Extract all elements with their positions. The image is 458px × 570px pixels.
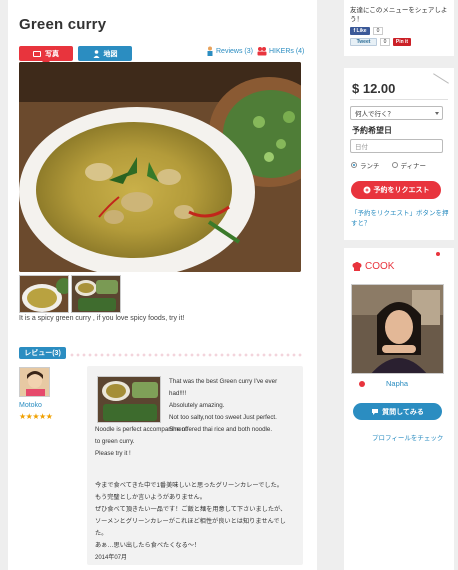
facebook-like-button[interactable]: f Like xyxy=(350,27,370,35)
star-rating: ★★★★★ xyxy=(19,412,53,421)
review-card: That was the best Green curry I've ever … xyxy=(87,366,303,565)
reviews-link[interactable]: Reviews (3) xyxy=(206,46,253,56)
sidebar: 友達にこのメニューをシェアしよう！ f Like 0 Tweet 0 Pin i… xyxy=(344,0,458,570)
review-line: ソーメンとグリーンカレーがこれほど相性が良いとは知りませんでし xyxy=(95,518,286,525)
review-line: ぜひ食べて頂きたい一品です！ご飯と麺を用意して下さいましたが、 xyxy=(95,506,287,513)
group-icon xyxy=(257,47,267,56)
thumbnail-2[interactable] xyxy=(71,275,121,313)
review-text-jp: 今まで食べてきた中で1番美味しいと思ったグリーンカレーでした。 もう完璧としか言… xyxy=(95,480,299,552)
cook-card: COOK Napha 質問してみる プロフィールをチェック xyxy=(344,248,454,570)
chevron-down-icon xyxy=(435,112,439,115)
country-flag-icon xyxy=(359,381,365,387)
tab-photos-label: 写真 xyxy=(45,50,59,58)
review-line: あぁ…思い出したら食べたくなる〜！ xyxy=(95,542,201,549)
thumbnail-image xyxy=(72,276,120,312)
pin-it-button[interactable]: Pin it xyxy=(393,38,411,46)
lunch-label: ランチ xyxy=(360,163,380,170)
hikers-link[interactable]: HIKERs (4) xyxy=(257,46,304,56)
review-line: 今まで食べてきた中で1番美味しいと思ったグリーンカレーでした。 xyxy=(95,482,283,489)
dish-caption: It is a spicy green curry , if you love … xyxy=(19,315,185,322)
share-card: 友達にこのメニューをシェアしよう！ f Like 0 Tweet 0 Pin i… xyxy=(344,0,454,56)
review-text-en-continued: Noodle is perfect accompaniment to green… xyxy=(95,424,295,460)
person-icon xyxy=(93,49,99,58)
booking-card: $ 12.00 何人で行く？ 予約希望日 日付 ランチ ディナー 予約をリクエス… xyxy=(344,68,454,240)
dinner-label: ディナー xyxy=(400,163,427,170)
date-input[interactable]: 日付 xyxy=(350,139,443,153)
reviews-link-label: Reviews (3) xyxy=(216,47,253,55)
review-image xyxy=(98,377,160,422)
dotted-divider xyxy=(69,352,302,358)
tweet-button[interactable]: Tweet xyxy=(350,38,377,46)
person-icon xyxy=(207,46,213,56)
request-booking-button[interactable]: 予約をリクエスト xyxy=(351,181,441,199)
tab-photos[interactable]: 写真 xyxy=(19,46,73,65)
request-help-link[interactable]: 「予約をリクエスト」ボタンを押すと？ xyxy=(351,209,449,229)
page-title: Green curry xyxy=(19,16,107,33)
people-select-value: 何人で行く？ xyxy=(355,111,394,118)
review-line: Please try it ! xyxy=(95,450,131,457)
review-line: had!!!! xyxy=(169,390,187,397)
avatar-image xyxy=(20,368,49,396)
reviewer-name[interactable]: Motoko xyxy=(19,402,42,409)
facebook-count: 0 xyxy=(373,27,383,35)
review-line: Not too salty,not too sweet Just perfect… xyxy=(169,414,277,421)
reviewer-avatar[interactable] xyxy=(19,367,50,397)
share-row-other: Tweet 0 Pin it xyxy=(350,38,448,46)
tab-map[interactable]: 地図 xyxy=(78,46,132,61)
tab-map-label: 地図 xyxy=(103,50,118,58)
review-line: もう完璧としか言いようがありません。 xyxy=(95,494,206,501)
review-tab[interactable]: レビュー(3) xyxy=(19,347,66,359)
tweet-count: 0 xyxy=(380,38,390,46)
thumbnail-1[interactable] xyxy=(19,275,69,313)
review-date: 2014年07月 xyxy=(95,555,128,561)
review-photo[interactable] xyxy=(97,376,161,423)
price: $ 12.00 xyxy=(352,81,396,96)
status-dot xyxy=(436,252,440,256)
review-line: Noodle is perfect accompaniment xyxy=(95,426,187,433)
meal-radio-group: ランチ ディナー xyxy=(351,160,426,170)
review-line: た。 xyxy=(95,530,108,537)
people-select[interactable]: 何人で行く？ xyxy=(350,106,443,120)
divider xyxy=(350,99,448,100)
cook-portrait xyxy=(352,285,443,373)
request-booking-label: 予約をリクエスト xyxy=(373,187,430,194)
date-label: 予約希望日 xyxy=(352,126,392,135)
share-row-facebook: f Like 0 xyxy=(350,27,448,35)
cook-heading: COOK xyxy=(352,261,394,272)
dinner-radio[interactable] xyxy=(391,162,398,168)
cook-photo[interactable] xyxy=(351,284,444,374)
green-curry-photo xyxy=(19,62,301,272)
cook-name[interactable]: Napha xyxy=(386,379,408,388)
ask-question-button[interactable]: 質問してみる xyxy=(353,403,442,420)
cart-icon xyxy=(363,186,370,194)
photo-icon xyxy=(33,50,41,57)
review-line: to green curry. xyxy=(95,438,135,445)
ask-question-label: 質問してみる xyxy=(382,408,424,416)
share-text: 友達にこのメニューをシェアしよう！ xyxy=(350,7,448,23)
hikers-link-label: HIKERs (4) xyxy=(269,47,305,55)
thumbnail-image xyxy=(20,276,68,312)
chef-hat-icon xyxy=(352,262,362,271)
review-line: Absolutely amazing. xyxy=(169,402,225,409)
cook-heading-label: COOK xyxy=(365,261,395,272)
lunch-radio[interactable] xyxy=(351,162,357,168)
dish-photo[interactable] xyxy=(19,62,301,272)
profile-link[interactable]: プロフィールをチェック xyxy=(372,432,443,442)
price-decoration xyxy=(433,73,449,84)
review-header: レビュー(3) xyxy=(19,347,302,359)
speech-bubble-icon xyxy=(372,408,379,415)
review-line: That was the best Green curry I've ever xyxy=(169,378,278,385)
